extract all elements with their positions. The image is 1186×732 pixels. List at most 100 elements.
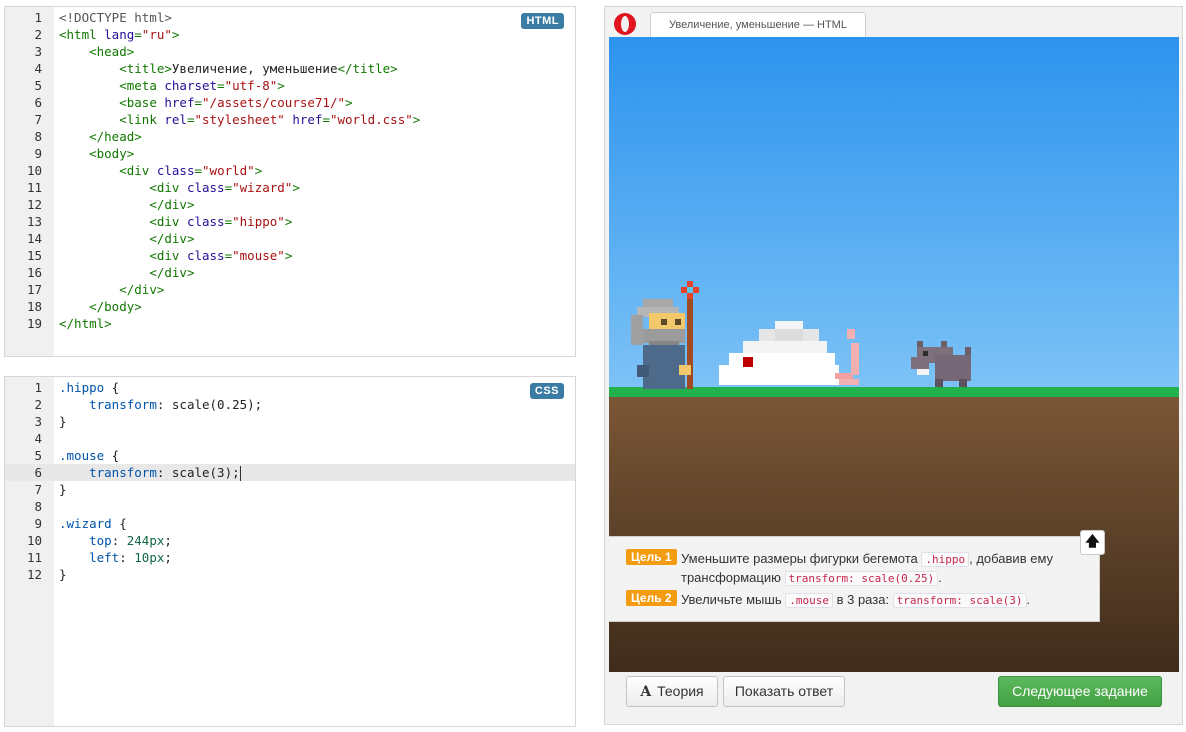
line-number: 13 (26, 214, 42, 229)
code-text[interactable]: </div> (59, 264, 194, 281)
line-number: 8 (34, 129, 42, 144)
css-code-line[interactable]: 5 .mouse { (5, 447, 575, 464)
css-code-line[interactable]: 7} (5, 481, 575, 498)
code-text[interactable]: <div class="hippo"> (59, 213, 292, 230)
html-code-line[interactable]: 18 </body> (5, 298, 575, 315)
html-code-line[interactable]: 7 <link rel="stylesheet" href="world.css… (5, 111, 575, 128)
html-code-line[interactable]: 10 <div class="world"> (5, 162, 575, 179)
html-code-line[interactable]: 16 </div> (5, 264, 575, 281)
code-text[interactable]: <!DOCTYPE html> (59, 9, 172, 26)
html-code-line[interactable]: 9 <body> (5, 145, 575, 162)
line-number: 12 (26, 567, 42, 582)
code-text[interactable]: <html lang="ru"> (59, 26, 179, 43)
code-text[interactable]: .hippo { (59, 379, 119, 396)
code-text[interactable]: </html> (59, 315, 112, 332)
html-code-line[interactable]: 1 <!DOCTYPE html> (5, 9, 575, 26)
html-code-line[interactable]: 17 </div> (5, 281, 575, 298)
html-code-line[interactable]: 6 <base href="/assets/course71/"> (5, 94, 575, 111)
line-number: 5 (34, 448, 42, 463)
code-token: > (284, 214, 293, 229)
html-editor-lines[interactable]: 1 <!DOCTYPE html> 2 <html lang="ru"> 3 <head… (5, 9, 575, 332)
code-token: <div (149, 248, 187, 263)
code-token: } (59, 414, 67, 429)
code-text[interactable]: transform: scale(0.25); (59, 396, 262, 413)
code-text[interactable]: <link rel="stylesheet" href="world.css"> (59, 111, 420, 128)
html-code-line[interactable]: 4 <title>Увеличение, уменьшение</title> (5, 60, 575, 77)
show-answer-button[interactable]: Показать ответ (723, 676, 845, 707)
css-code-line[interactable]: 11 left: 10px; (5, 549, 575, 566)
html-code-line[interactable]: 2 <html lang="ru"> (5, 26, 575, 43)
code-text[interactable]: </head> (59, 128, 142, 145)
css-code-line[interactable]: 8 (5, 498, 575, 515)
code-text[interactable]: <base href="/assets/course71/"> (59, 94, 352, 111)
html-code-line[interactable]: 14 </div> (5, 230, 575, 247)
theory-button[interactable]: A Теория (626, 676, 718, 707)
css-editor[interactable]: 1 .hippo {2 transform: scale(0.25); 3} 4 5 .m… (4, 376, 576, 727)
html-code-line[interactable]: 3 <head> (5, 43, 575, 60)
html-code-line[interactable]: 13 <div class="hippo"> (5, 213, 575, 230)
css-code-line[interactable]: 12} (5, 566, 575, 583)
line-number: 19 (26, 316, 42, 331)
code-text[interactable]: top: 244px; (59, 532, 172, 549)
code-text[interactable]: <meta charset="utf-8"> (59, 77, 285, 94)
code-token: } (59, 567, 67, 582)
code-token: <div (119, 163, 157, 178)
css-code-line[interactable]: 9 .wizard { (5, 515, 575, 532)
task-2-code-selector: .mouse (785, 593, 833, 608)
code-text[interactable]: <title>Увеличение, уменьшение</title> (59, 60, 397, 77)
css-code-line[interactable]: 3} (5, 413, 575, 430)
task-1-code-transform: transform: scale(0.25) (784, 571, 939, 586)
code-text[interactable]: } (59, 413, 67, 430)
code-text[interactable]: } (59, 481, 67, 498)
code-text[interactable]: <body> (59, 145, 134, 162)
code-text[interactable]: left: 10px; (59, 549, 172, 566)
code-token: = (217, 78, 225, 93)
code-text[interactable]: <head> (59, 43, 134, 60)
code-text[interactable]: <div class="mouse"> (59, 247, 292, 264)
code-text[interactable]: </body> (59, 298, 142, 315)
code-text[interactable]: transform: scale(3); (59, 464, 241, 481)
code-text[interactable]: </div> (59, 196, 194, 213)
next-task-button[interactable]: Следующее задание (998, 676, 1162, 707)
html-code-line[interactable]: 19 </html> (5, 315, 575, 332)
code-text[interactable]: .mouse { (59, 447, 119, 464)
html-code-line[interactable]: 11 <div class="wizard"> (5, 179, 575, 196)
code-text[interactable]: </div> (59, 281, 164, 298)
line-number: 4 (34, 61, 42, 76)
css-code-line[interactable]: 6 transform: scale(3); (5, 464, 575, 481)
html-code-line[interactable]: 12 </div> (5, 196, 575, 213)
collapse-tasks-button[interactable]: 🡅 (1080, 530, 1105, 555)
code-token: class (186, 214, 225, 229)
line-number: 10 (26, 163, 42, 178)
task-1-text-after: . (938, 570, 942, 585)
css-code-line[interactable]: 1 .hippo { (5, 379, 575, 396)
code-text[interactable]: .wizard { (59, 515, 127, 532)
code-token: > (412, 112, 421, 127)
css-code-line[interactable]: 2 transform: scale(0.25); (5, 396, 575, 413)
html-editor[interactable]: 1 <!DOCTYPE html> 2 <html lang="ru"> 3 <head… (4, 6, 576, 357)
code-token: </div> (149, 231, 195, 246)
css-editor-lines[interactable]: 1 .hippo {2 transform: scale(0.25); 3} 4 5 .m… (5, 379, 575, 583)
code-text[interactable]: <div class="wizard"> (59, 179, 300, 196)
code-token: "wizard" (232, 180, 293, 195)
code-text[interactable]: } (59, 566, 67, 583)
code-token: = (134, 27, 142, 42)
html-code-line[interactable]: 15 <div class="mouse"> (5, 247, 575, 264)
code-token: .mouse (59, 448, 105, 463)
html-code-line[interactable]: 8 </head> (5, 128, 575, 145)
css-code-line[interactable]: 10 top: 244px; (5, 532, 575, 549)
theory-button-label: Теория (657, 683, 704, 699)
css-code-line[interactable]: 4 (5, 430, 575, 447)
code-text[interactable]: <div class="world"> (59, 162, 262, 179)
html-code-line[interactable]: 5 <meta charset="utf-8"> (5, 77, 575, 94)
line-number: 12 (26, 197, 42, 212)
code-text[interactable]: </div> (59, 230, 194, 247)
code-token: <html (59, 27, 105, 42)
browser-tab[interactable]: Увеличение, уменьшение — HTML (650, 12, 866, 38)
